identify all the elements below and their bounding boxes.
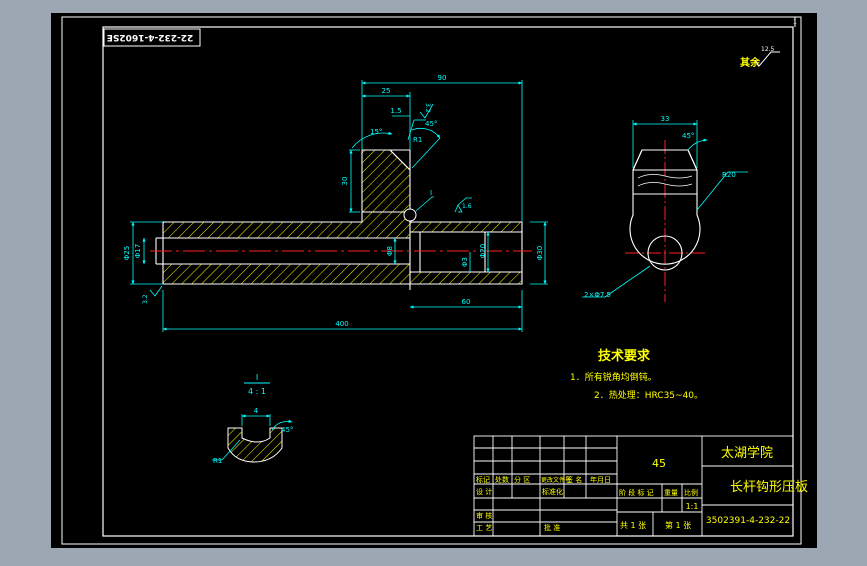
dim-angle-left: 15° (370, 128, 382, 136)
tb-design: 设 计 (476, 487, 492, 496)
tb-check: 审 核 (476, 511, 492, 520)
dim-roughness-left: 3.2 (142, 294, 149, 304)
dim-flange-height: 30 (341, 177, 349, 186)
tb-stage-header: 阶 段 标 记 (619, 488, 654, 497)
detail-dim-angle: 45° (281, 426, 293, 434)
dim-left-diameter: Φ25 (123, 246, 131, 260)
side-dim-radius: R20 (722, 171, 736, 179)
dim-right-dia-2: Φ30 (536, 246, 544, 260)
roughness-rest-value: 12.5 (761, 46, 775, 53)
cad-viewport: 1 22-232-4-1602SE 其余 12.5 90 25 1.5 3.2 … (0, 0, 867, 562)
dim-inner-diameter: Φ8 (386, 246, 394, 256)
side-dim-width: 33 (661, 115, 670, 123)
dim-right-dia-1: Φ20 (479, 244, 487, 258)
dim-length-total: 400 (335, 320, 348, 328)
dim-flange-width: 25 (382, 87, 391, 95)
rod-section-lower (163, 264, 410, 284)
tb-part-name: 长杆钩形压板 (730, 480, 808, 495)
tb-standard: 标准化 (542, 487, 563, 496)
dim-step-diameter: Φ3 (461, 257, 469, 267)
drawing-canvas: 1 22-232-4-1602SE 其余 12.5 90 25 1.5 3.2 … (51, 13, 817, 548)
detail-label: I (256, 373, 258, 382)
detail-groove-circle (403, 208, 417, 222)
dim-roughness-top: 3.2 (424, 103, 431, 113)
flange-to-rod (362, 212, 410, 222)
frame-corner-mark: 1 (793, 19, 797, 26)
tb-approve: 批 准 (544, 523, 560, 532)
rod-section-upper (163, 222, 410, 238)
dim-slot-depth: 1.5 (390, 107, 401, 115)
tb-mark-2: 分 区 (514, 475, 530, 484)
tb-process: 工 艺 (476, 524, 492, 532)
side-dim-hole: 2×Φ7.5 (584, 291, 611, 299)
detail-dim-radius: R1 (213, 457, 222, 465)
dim-length-right: 60 (462, 298, 471, 306)
dim-angle-45-top: 45° (425, 120, 437, 128)
tech-note-2: 2．热处理：HRC35~40。 (594, 389, 703, 401)
roughness-rest-label: 其余 (740, 56, 761, 69)
tb-material: 45 (652, 457, 666, 470)
side-dim-angle: 45° (682, 132, 694, 140)
detail-dim-depth: 4 (254, 407, 259, 415)
tb-scale-header: 比例 (684, 488, 698, 497)
tb-mark-0: 标记 (476, 475, 490, 484)
tb-total-sheets: 共 1 张 (620, 521, 646, 530)
tb-weight-header: 重量 (664, 489, 678, 497)
drawing-number-rotated: 22-232-4-1602SE (107, 32, 193, 42)
tb-mark-1: 处数 (495, 475, 509, 484)
tb-mark-4: 签 名 (566, 475, 582, 484)
right-sleeve-upper (410, 222, 522, 232)
dim-roughness-right: 1.6 (462, 203, 472, 210)
tb-mark-5: 年月日 (590, 475, 611, 484)
dim-detail-ref: I (430, 189, 432, 197)
dim-overall-top: 90 (438, 74, 447, 82)
tb-drawing-no: 3502391-4-232-22 (706, 516, 790, 526)
detail-scale: 4 : 1 (248, 387, 266, 396)
tb-scale-value: 1:1 (686, 502, 699, 511)
right-sleeve-lower (410, 272, 522, 284)
tech-note-1: 1．所有锐角均倒钝。 (570, 371, 657, 383)
tech-title: 技术要求 (598, 348, 651, 364)
tb-school: 太湖学院 (721, 445, 773, 461)
dim-bore-diameter: Φ17 (134, 244, 142, 258)
dim-radius-r1: R1 (413, 136, 422, 144)
tb-sheet-no: 第 1 张 (665, 520, 691, 530)
